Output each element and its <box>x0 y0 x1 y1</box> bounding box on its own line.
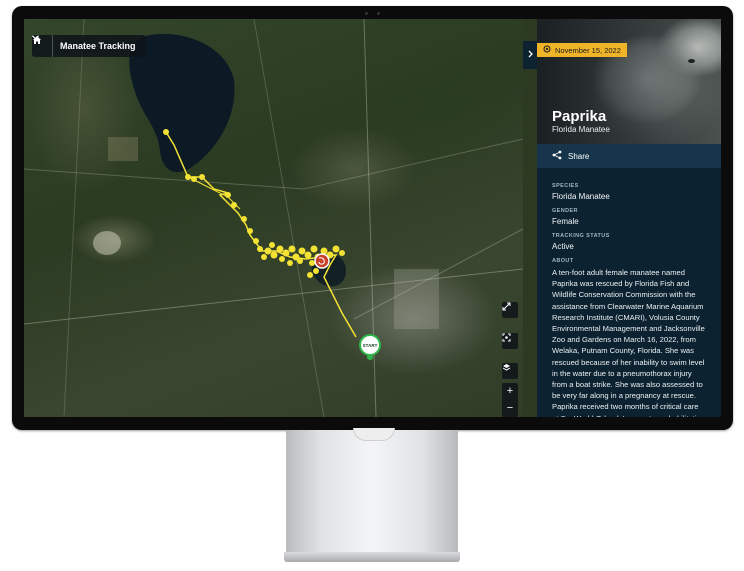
map-nav-bar: Manatee Tracking <box>32 35 146 57</box>
date-badge: November 15, 2022 <box>537 43 627 57</box>
plus-icon: + <box>506 385 514 397</box>
detail-fields: SPECIES Florida Manatee GENDER Female TR… <box>537 168 721 417</box>
monitor: START Manatee Tracking + − November 15, … <box>12 6 733 430</box>
field <box>108 137 138 161</box>
track-point <box>270 251 278 259</box>
track-point <box>199 174 205 180</box>
track-point <box>163 129 169 135</box>
date-text: November 15, 2022 <box>555 45 621 55</box>
stand-cable-hole <box>353 428 395 441</box>
about-label: ABOUT <box>552 258 574 264</box>
screen: START Manatee Tracking + − November 15, … <box>24 19 721 417</box>
details-panel: November 15, 2022 Paprika Florida Manate… <box>537 19 721 417</box>
track-point <box>309 260 315 266</box>
road <box>24 268 523 325</box>
track-point <box>279 256 285 262</box>
track-point <box>269 242 275 248</box>
track-point <box>276 245 284 253</box>
road <box>253 19 325 417</box>
layers-button[interactable] <box>502 363 518 379</box>
animal-subtitle: Florida Manatee <box>552 125 610 134</box>
chevron-right-icon <box>528 50 533 61</box>
current-location-marker <box>314 253 330 269</box>
monitor-stand <box>286 430 458 552</box>
road <box>24 138 523 190</box>
track-point <box>264 247 272 255</box>
camera <box>365 12 381 15</box>
track-point <box>288 245 296 253</box>
tracking-dropdown[interactable]: Manatee Tracking <box>32 35 146 51</box>
share-button[interactable]: Share <box>537 144 721 168</box>
gender-label: GENDER <box>552 208 578 214</box>
share-label: Share <box>568 151 590 161</box>
nav-title: Manatee Tracking <box>60 41 136 51</box>
track-point <box>185 174 191 180</box>
track-point <box>298 247 306 255</box>
map-overlay: START <box>24 19 523 417</box>
track-point <box>247 228 253 234</box>
track-point <box>253 238 259 244</box>
start-marker: START <box>359 334 381 360</box>
about-text: A ten-foot adult female manatee named Pa… <box>552 268 705 417</box>
manatee-photo: November 15, 2022 Paprika Florida Manate… <box>537 19 721 144</box>
stand-base <box>284 552 460 562</box>
track-point <box>287 260 293 266</box>
track-point <box>241 216 247 222</box>
road <box>63 19 85 417</box>
track-point <box>332 245 340 253</box>
zoom-in-button[interactable]: + <box>502 383 518 400</box>
tracking-status-label: TRACKING STATUS <box>552 233 610 239</box>
track-point <box>257 246 263 252</box>
zoom-out-button[interactable]: − <box>502 400 518 417</box>
species-value: Florida Manatee <box>552 192 610 201</box>
track-point <box>307 272 313 278</box>
locate-button[interactable] <box>502 333 518 349</box>
photo-detail <box>688 59 695 63</box>
start-label: START <box>363 343 378 348</box>
share-icon <box>552 150 562 162</box>
track-point <box>282 249 290 257</box>
zoom-controls: + − <box>502 383 518 417</box>
minus-icon: − <box>506 402 514 414</box>
track-point <box>304 251 312 259</box>
fullscreen-button[interactable] <box>502 302 518 318</box>
tracking-status-value: Active <box>552 242 574 251</box>
satellite-map[interactable]: START Manatee Tracking + − <box>24 19 523 417</box>
track-point <box>225 192 231 198</box>
track-point <box>261 254 267 260</box>
species-label: SPECIES <box>552 183 579 189</box>
track-point <box>310 245 318 253</box>
field <box>394 269 439 329</box>
track-point <box>297 258 303 264</box>
collapse-panel-button[interactable] <box>523 41 537 69</box>
location-pin-icon <box>543 45 551 55</box>
animal-name: Paprika <box>552 108 607 125</box>
track-point <box>231 202 237 208</box>
track-point <box>339 250 345 256</box>
gender-value: Female <box>552 217 579 226</box>
field <box>93 231 121 255</box>
track-point <box>191 176 197 182</box>
track-point <box>313 268 319 274</box>
